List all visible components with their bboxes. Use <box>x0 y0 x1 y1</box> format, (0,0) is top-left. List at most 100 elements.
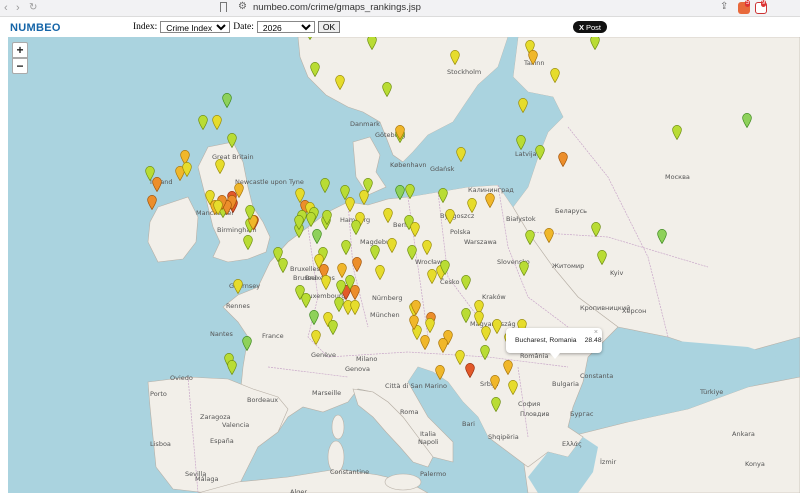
city-marker-icon[interactable] <box>450 50 460 65</box>
city-marker-icon[interactable] <box>411 300 421 315</box>
city-marker-icon[interactable] <box>382 82 392 97</box>
city-marker-icon[interactable] <box>322 210 332 225</box>
city-marker-icon[interactable] <box>405 184 415 199</box>
city-marker-icon[interactable] <box>350 300 360 315</box>
city-marker-icon[interactable] <box>516 135 526 150</box>
zoom-out-button[interactable]: − <box>12 58 28 74</box>
city-marker-icon[interactable] <box>182 162 192 177</box>
city-marker-icon[interactable] <box>550 68 560 83</box>
city-marker-icon[interactable] <box>461 308 471 323</box>
city-marker-icon[interactable] <box>407 245 417 260</box>
city-marker-icon[interactable] <box>340 185 350 200</box>
numbeo-logo[interactable]: NUMBEO <box>10 22 61 34</box>
city-marker-icon[interactable] <box>312 229 322 244</box>
site-settings-icon[interactable]: ⚙ <box>238 1 247 12</box>
city-marker-icon[interactable] <box>438 188 448 203</box>
share-icon[interactable]: ⇪ <box>720 1 728 12</box>
city-marker-icon[interactable] <box>409 315 419 330</box>
city-marker-icon[interactable] <box>456 147 466 162</box>
city-marker-icon[interactable] <box>198 115 208 130</box>
x-post-button[interactable]: X Post <box>573 21 607 33</box>
reload-icon[interactable]: ↻ <box>29 1 37 15</box>
city-marker-icon[interactable] <box>465 363 475 378</box>
city-marker-icon[interactable] <box>345 275 355 290</box>
city-marker-icon[interactable] <box>305 37 315 40</box>
city-marker-icon[interactable] <box>657 229 667 244</box>
city-marker-icon[interactable] <box>508 380 518 395</box>
city-marker-icon[interactable] <box>438 338 448 353</box>
city-marker-icon[interactable] <box>544 228 554 243</box>
url-bar[interactable]: numbeo.com/crime/gmaps_rankings.jsp <box>253 2 421 13</box>
city-marker-icon[interactable] <box>383 208 393 223</box>
city-marker-icon[interactable] <box>351 220 361 235</box>
index-select[interactable]: Crime Index <box>160 21 231 33</box>
city-marker-icon[interactable] <box>222 93 232 108</box>
city-marker-icon[interactable] <box>335 75 345 90</box>
city-marker-icon[interactable] <box>294 215 304 230</box>
bookmark-icon[interactable] <box>220 2 227 12</box>
city-marker-icon[interactable] <box>311 330 321 345</box>
city-marker-icon[interactable] <box>387 238 397 253</box>
city-marker-icon[interactable] <box>481 326 491 341</box>
city-marker-icon[interactable] <box>467 198 477 213</box>
city-marker-icon[interactable] <box>273 247 283 262</box>
city-marker-icon[interactable] <box>474 311 484 326</box>
city-marker-icon[interactable] <box>363 178 373 193</box>
city-marker-icon[interactable] <box>245 205 255 220</box>
back-icon[interactable]: ‹ <box>4 1 8 15</box>
city-marker-icon[interactable] <box>310 62 320 77</box>
ok-button[interactable]: OK <box>317 21 341 33</box>
city-marker-icon[interactable] <box>525 230 535 245</box>
city-marker-icon[interactable] <box>215 159 225 174</box>
city-marker-icon[interactable] <box>591 222 601 237</box>
city-marker-icon[interactable] <box>243 235 253 250</box>
city-marker-icon[interactable] <box>395 185 405 200</box>
city-marker-icon[interactable] <box>742 113 752 128</box>
city-marker-icon[interactable] <box>227 360 237 375</box>
city-marker-icon[interactable] <box>445 209 455 224</box>
city-marker-icon[interactable] <box>295 285 305 300</box>
city-marker-icon[interactable] <box>519 261 529 276</box>
city-marker-icon[interactable] <box>535 145 545 160</box>
city-marker-icon[interactable] <box>672 125 682 140</box>
city-marker-icon[interactable] <box>352 257 362 272</box>
city-marker-icon[interactable] <box>455 350 465 365</box>
city-marker-icon[interactable] <box>328 320 338 335</box>
city-marker-icon[interactable] <box>320 178 330 193</box>
city-marker-icon[interactable] <box>212 115 222 130</box>
city-marker-icon[interactable] <box>375 265 385 280</box>
city-marker-icon[interactable] <box>321 275 331 290</box>
city-marker-icon[interactable] <box>590 37 600 50</box>
city-marker-icon[interactable] <box>147 195 157 210</box>
city-marker-icon[interactable] <box>528 50 538 65</box>
city-marker-icon[interactable] <box>213 200 223 215</box>
city-marker-icon[interactable] <box>152 177 162 192</box>
city-marker-icon[interactable] <box>491 397 501 412</box>
city-marker-icon[interactable] <box>425 318 435 333</box>
forward-icon[interactable]: › <box>16 1 20 15</box>
city-marker-icon[interactable] <box>440 260 450 275</box>
city-marker-icon[interactable] <box>503 360 513 375</box>
city-marker-icon[interactable] <box>395 125 405 140</box>
city-marker-icon[interactable] <box>367 37 377 50</box>
city-marker-icon[interactable] <box>370 245 380 260</box>
date-select[interactable]: 2026 <box>256 21 315 33</box>
zoom-in-button[interactable]: + <box>12 42 28 58</box>
popup-close-icon[interactable]: × <box>594 329 598 336</box>
city-marker-icon[interactable] <box>309 310 319 325</box>
map-canvas[interactable]: StockholmTallinnGöteborgLatvijaМоскваDan… <box>8 37 800 493</box>
city-marker-icon[interactable] <box>306 212 316 227</box>
city-marker-icon[interactable] <box>233 279 243 294</box>
city-marker-icon[interactable] <box>435 365 445 380</box>
city-marker-icon[interactable] <box>242 336 252 351</box>
city-marker-icon[interactable] <box>341 240 351 255</box>
city-marker-icon[interactable] <box>410 222 420 237</box>
city-marker-icon[interactable] <box>597 250 607 265</box>
city-marker-icon[interactable] <box>485 193 495 208</box>
city-marker-icon[interactable] <box>422 240 432 255</box>
city-marker-icon[interactable] <box>492 319 502 334</box>
city-marker-icon[interactable] <box>461 275 471 290</box>
city-marker-icon[interactable] <box>518 98 528 113</box>
city-marker-icon[interactable] <box>490 375 500 390</box>
city-marker-icon[interactable] <box>227 133 237 148</box>
